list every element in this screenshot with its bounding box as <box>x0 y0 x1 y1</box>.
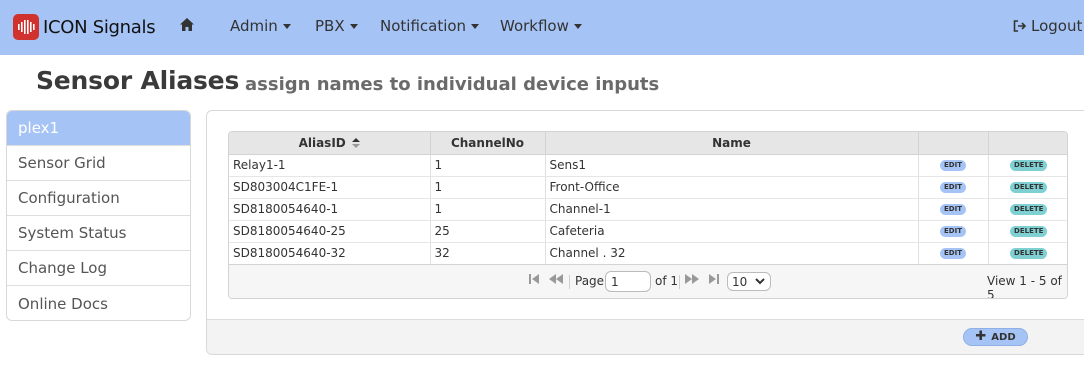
nav-menu-admin[interactable]: Admin <box>230 17 291 35</box>
rows-per-page-value: 10 <box>732 274 748 289</box>
cell-edit: EDIT <box>918 198 989 221</box>
cell-channel: 1 <box>430 154 546 177</box>
sidebar-item-system-status[interactable]: System Status <box>7 216 190 251</box>
cell-edit: EDIT <box>918 154 989 177</box>
nav-menu-admin-label: Admin <box>230 17 278 35</box>
page-number-input[interactable]: 1 <box>605 271 651 292</box>
logout-label: Logout <box>1031 17 1083 35</box>
sensor-alias-grid: AliasID ChannelNo Name Relay1-1 1 Sens1 … <box>228 131 1068 299</box>
caret-down-icon <box>471 24 480 29</box>
column-header-delete <box>988 132 1067 155</box>
cell-alias: SD803004C1FE-1 <box>229 176 431 199</box>
cell-name: Sens1 <box>545 154 919 177</box>
grid-header-row: AliasID ChannelNo Name <box>229 132 1067 155</box>
caret-down-icon <box>349 24 358 29</box>
prev-page-icon[interactable] <box>549 274 563 284</box>
add-button-label: ADD <box>991 331 1016 343</box>
nav-menu-pbx[interactable]: PBX <box>315 17 358 35</box>
caret-down-icon <box>282 24 291 29</box>
table-row[interactable]: SD8180054640-32 32 Channel . 32 EDIT DEL… <box>229 242 1067 265</box>
page-title: Sensor Aliases <box>36 66 240 95</box>
cell-edit: EDIT <box>918 242 989 265</box>
plus-icon: ✚ <box>975 329 987 344</box>
edit-button[interactable]: EDIT <box>940 226 966 237</box>
cell-name: Cafeteria <box>545 220 919 243</box>
page-count-label: of 1 <box>655 274 679 288</box>
logout-icon <box>1013 20 1027 32</box>
column-header-channelno[interactable]: ChannelNo <box>430 132 546 155</box>
sidebar-item-online-docs[interactable]: Online Docs <box>7 286 190 320</box>
page-subtitle: assign names to individual device inputs <box>245 74 660 95</box>
edit-button[interactable]: EDIT <box>940 160 966 171</box>
sidebar-item-change-log[interactable]: Change Log <box>7 251 190 286</box>
nav-menu-workflow[interactable]: Workflow <box>500 17 582 35</box>
nav-menu-pbx-label: PBX <box>315 17 345 35</box>
cell-alias: SD8180054640-32 <box>229 242 431 265</box>
next-page-icon[interactable] <box>685 274 699 284</box>
cell-channel: 1 <box>430 176 546 199</box>
cell-delete: DELETE <box>988 220 1067 243</box>
cell-name: Front-Office <box>545 176 919 199</box>
cell-channel: 1 <box>430 198 546 221</box>
brand[interactable]: ICON Signals <box>13 14 156 40</box>
cell-edit: EDIT <box>918 220 989 243</box>
column-header-name[interactable]: Name <box>545 132 919 155</box>
view-records-text: View 1 - 5 of 5 <box>987 274 1062 299</box>
grid-pager: Page 1 of 1 10 View 1 - 5 of 5 <box>229 264 1067 298</box>
table-row[interactable]: SD8180054640-1 1 Channel-1 EDIT DELETE <box>229 198 1067 221</box>
sidebar: plex1 Sensor Grid Configuration System S… <box>6 110 191 321</box>
brand-logo-icon <box>13 14 39 40</box>
page-label: Page <box>575 274 605 288</box>
edit-button[interactable]: EDIT <box>940 248 966 259</box>
panel-footer: ✚ ADD <box>207 319 1084 354</box>
column-header-edit <box>918 132 989 155</box>
top-navbar: ICON Signals Admin PBX Notification Work… <box>0 0 1084 55</box>
last-page-icon[interactable] <box>709 274 719 284</box>
delete-button[interactable]: DELETE <box>1010 248 1048 259</box>
cell-alias: SD8180054640-25 <box>229 220 431 243</box>
sidebar-item-plex1[interactable]: plex1 <box>7 111 190 146</box>
sidebar-item-configuration[interactable]: Configuration <box>7 181 190 216</box>
pager-separator <box>679 275 680 289</box>
caret-down-icon <box>573 24 582 29</box>
edit-button[interactable]: EDIT <box>940 182 966 193</box>
brand-name: ICON Signals <box>43 16 156 38</box>
table-row[interactable]: Relay1-1 1 Sens1 EDIT DELETE <box>229 154 1067 177</box>
cell-delete: DELETE <box>988 154 1067 177</box>
column-header-aliasid-label: AliasID <box>298 135 346 150</box>
cell-name: Channel-1 <box>545 198 919 221</box>
add-button[interactable]: ✚ ADD <box>963 328 1028 346</box>
rows-per-page-select[interactable]: 10 <box>727 272 771 291</box>
cell-delete: DELETE <box>988 176 1067 199</box>
sort-icon <box>351 138 360 149</box>
cell-channel: 25 <box>430 220 546 243</box>
sidebar-item-sensor-grid[interactable]: Sensor Grid <box>7 146 190 181</box>
chevron-down-icon <box>755 278 765 285</box>
cell-alias: Relay1-1 <box>229 154 431 177</box>
table-row[interactable]: SD803004C1FE-1 1 Front-Office EDIT DELET… <box>229 176 1067 199</box>
table-row[interactable]: SD8180054640-25 25 Cafeteria EDIT DELETE <box>229 220 1067 243</box>
delete-button[interactable]: DELETE <box>1010 160 1048 171</box>
first-page-icon[interactable] <box>529 274 539 284</box>
delete-button[interactable]: DELETE <box>1010 226 1048 237</box>
content-panel: AliasID ChannelNo Name Relay1-1 1 Sens1 … <box>206 110 1084 355</box>
delete-button[interactable]: DELETE <box>1010 182 1048 193</box>
cell-delete: DELETE <box>988 198 1067 221</box>
home-icon[interactable] <box>179 17 195 33</box>
cell-alias: SD8180054640-1 <box>229 198 431 221</box>
nav-menu-notification-label: Notification <box>380 17 467 35</box>
logout-link[interactable]: Logout <box>1013 17 1082 35</box>
edit-button[interactable]: EDIT <box>940 204 966 215</box>
nav-menu-notification[interactable]: Notification <box>380 17 480 35</box>
nav-menu-workflow-label: Workflow <box>500 17 569 35</box>
cell-name: Channel . 32 <box>545 242 919 265</box>
pager-separator <box>569 275 570 289</box>
cell-edit: EDIT <box>918 176 989 199</box>
cell-delete: DELETE <box>988 242 1067 265</box>
cell-channel: 32 <box>430 242 546 265</box>
delete-button[interactable]: DELETE <box>1010 204 1048 215</box>
column-header-aliasid[interactable]: AliasID <box>229 132 431 155</box>
